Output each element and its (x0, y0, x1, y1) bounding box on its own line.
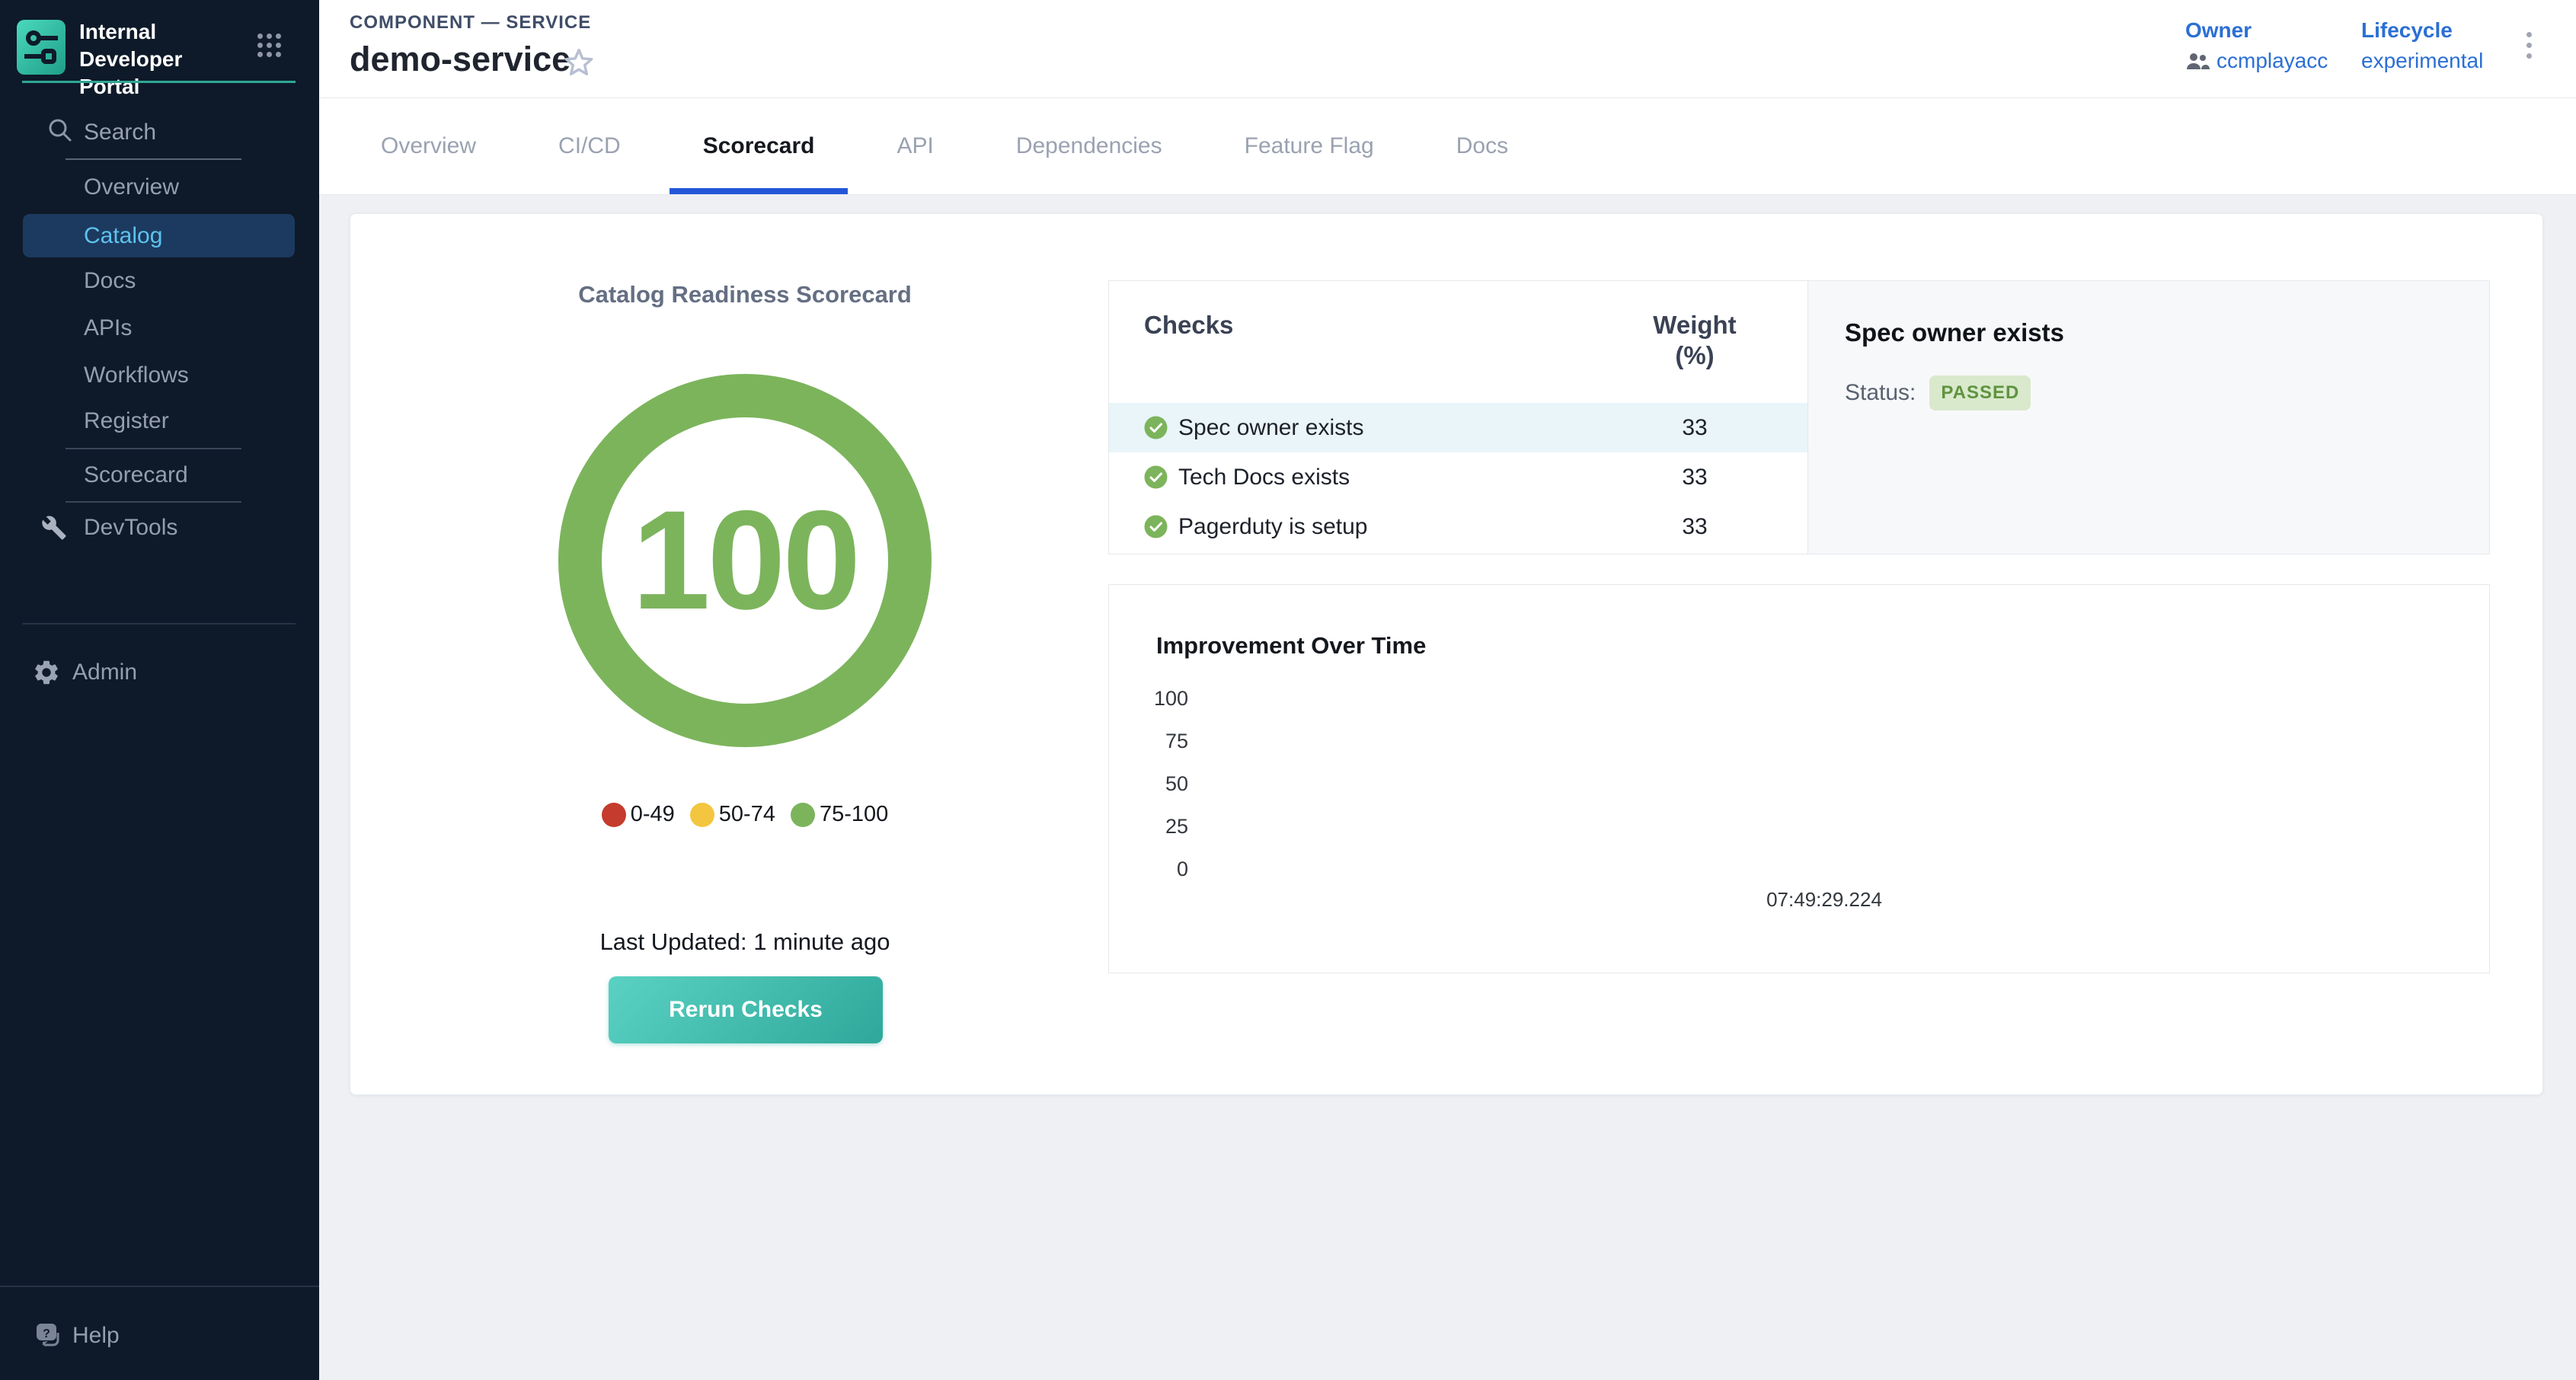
wrench-icon (41, 515, 67, 541)
sidebar-item-docs[interactable]: Docs (0, 259, 319, 303)
sidebar-search[interactable]: Search (0, 111, 319, 160)
entity-header: COMPONENT — SERVICE demo-service Owner c… (319, 0, 2576, 98)
tab[interactable]: API (863, 98, 967, 194)
page-title: demo-service (350, 40, 570, 79)
y-tick-label: 100 (1139, 685, 1188, 711)
chart-title: Improvement Over Time (1156, 632, 1426, 660)
legend-dot (602, 803, 626, 827)
tab[interactable]: Scorecard (670, 98, 849, 194)
check-row[interactable]: Spec owner exists 33 (1109, 403, 1807, 452)
check-passed-icon (1144, 465, 1168, 489)
score-gauge: 100 (558, 374, 932, 747)
lifecycle-label: Lifecycle (2361, 18, 2483, 43)
check-passed-icon (1144, 515, 1168, 538)
checks-column-header: Checks (1144, 310, 1233, 371)
y-tick-label: 25 (1139, 813, 1188, 839)
sidebar-item-devtools[interactable]: DevTools (0, 506, 319, 550)
y-tick-label: 50 (1139, 771, 1188, 797)
lifecycle-value: experimental (2361, 49, 2483, 73)
apps-grid-icon[interactable] (257, 34, 281, 57)
sidebar-item-overview[interactable]: Overview (0, 165, 319, 209)
search-underline (66, 158, 241, 160)
sidebar-divider (0, 1286, 319, 1287)
sidebar-divider (66, 501, 241, 503)
chart-y-axis: 100 75 50 25 0 (1139, 685, 1188, 882)
owner-link[interactable]: ccmplayacc (2216, 49, 2328, 73)
last-updated-text: Last Updated: 1 minute ago (516, 928, 973, 956)
score-value: 100 (632, 480, 858, 641)
sidebar-item-admin[interactable]: Admin (0, 650, 319, 695)
weight-column-header: Weight (%) (1634, 310, 1756, 371)
app-root: Internal Developer Portal Search Overvie… (0, 0, 2576, 1380)
check-row[interactable]: Pagerduty is setup 33 (1109, 502, 1807, 551)
sidebar-item-apis[interactable]: APIs (0, 306, 319, 350)
legend-dot (791, 803, 815, 827)
more-options-kebab-icon[interactable] (2526, 32, 2532, 59)
checks-table-header: Checks Weight (%) (1109, 281, 1807, 371)
sidebar-item-catalog[interactable]: Catalog (23, 214, 295, 257)
status-badge: PASSED (1929, 375, 2031, 410)
tab[interactable]: Dependencies (983, 98, 1196, 194)
sidebar-divider (66, 448, 241, 449)
help-chat-icon: ? (34, 1321, 64, 1351)
gear-icon (32, 658, 61, 687)
legend-item: 50-74 (690, 802, 775, 827)
y-tick-label: 75 (1139, 728, 1188, 754)
tab[interactable]: Docs (1423, 98, 1542, 194)
rerun-checks-button[interactable]: Rerun Checks (609, 976, 883, 1043)
sidebar-accent-divider (22, 81, 296, 83)
x-tick-label: 07:49:29.224 (1710, 888, 1938, 912)
status-label: Status: (1845, 380, 1916, 406)
tab[interactable]: Feature Flag (1211, 98, 1408, 194)
sidebar-item-workflows[interactable]: Workflows (0, 353, 319, 398)
owner-block: Owner ccmplayacc (2185, 18, 2328, 73)
owner-label: Owner (2185, 18, 2328, 43)
check-detail-panel: Spec owner exists Status: PASSED (1807, 281, 2489, 554)
search-icon (47, 117, 73, 143)
check-row[interactable]: Tech Docs exists 33 (1109, 452, 1807, 502)
sidebar-item-help[interactable]: ? Help (0, 1314, 319, 1358)
breadcrumb: COMPONENT — SERVICE (350, 12, 591, 34)
improvement-chart: Improvement Over Time 100 75 50 25 0 07:49:2… (1108, 584, 2490, 973)
legend-item: 0-49 (602, 802, 675, 827)
entity-tabs: Overview CI/CD Scorecard API Dependencie… (319, 98, 2576, 195)
checks-table: Checks Weight (%) Spec owner exists 33 (1109, 281, 1807, 554)
lifecycle-block: Lifecycle experimental (2361, 18, 2483, 73)
search-label: Search (84, 120, 156, 145)
scorecard-title: Catalog Readiness Scorecard (516, 281, 973, 308)
score-legend: 0-49 50-74 75-100 (516, 802, 973, 827)
sidebar: Internal Developer Portal Search Overvie… (0, 0, 319, 1380)
people-icon (2185, 51, 2210, 71)
scorecard-card: Catalog Readiness Scorecard 100 0-49 50-… (350, 213, 2543, 1095)
y-tick-label: 0 (1139, 856, 1188, 882)
sidebar-divider (22, 623, 296, 625)
sidebar-item-scorecard[interactable]: Scorecard (0, 453, 319, 497)
app-logo-icon (17, 20, 66, 75)
tab[interactable]: CI/CD (525, 98, 654, 194)
legend-item: 75-100 (791, 802, 888, 827)
tab[interactable]: Overview (347, 98, 510, 194)
svg-text:?: ? (43, 1327, 50, 1340)
brand-title: Internal Developer Portal (79, 18, 243, 101)
favorite-star-icon[interactable] (561, 44, 596, 79)
check-detail-title: Spec owner exists (1845, 319, 2489, 347)
check-passed-icon (1144, 416, 1168, 439)
sidebar-item-register[interactable]: Register (0, 399, 319, 443)
legend-dot (690, 803, 714, 827)
checks-panel: Checks Weight (%) Spec owner exists 33 (1108, 280, 2490, 554)
